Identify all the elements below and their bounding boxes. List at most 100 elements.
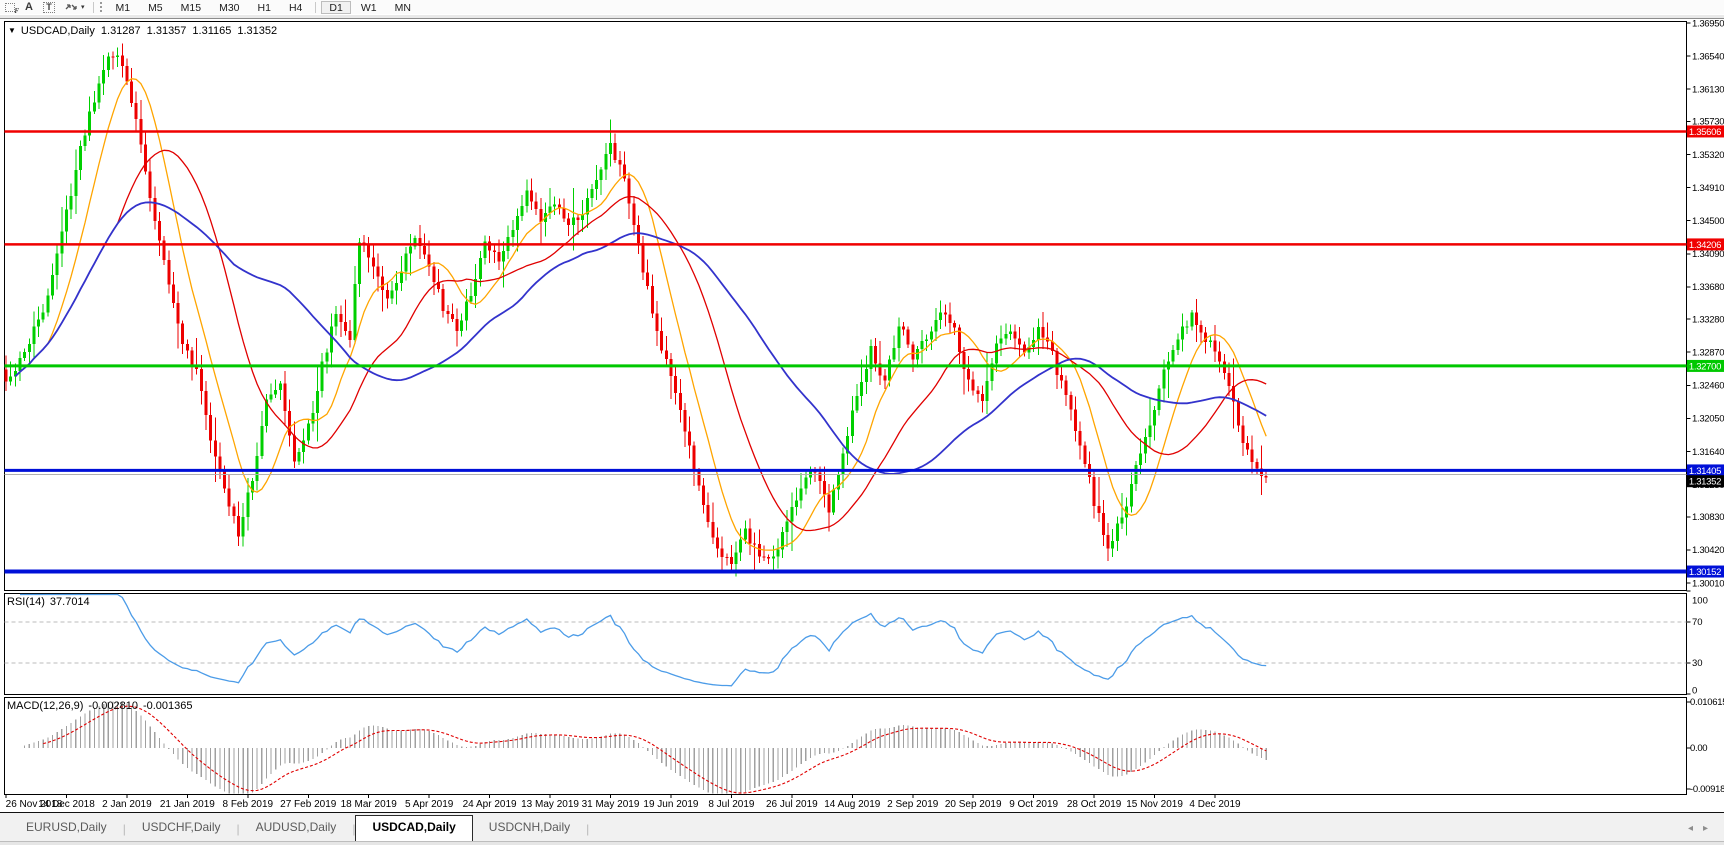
tab-scroll-arrows: ◂▸ <box>1688 823 1718 834</box>
tab-eurusd[interactable]: EURUSD,Daily <box>10 817 123 841</box>
date-tick-label: 21 Jan 2019 <box>160 799 215 810</box>
rsi-value: 37.7014 <box>50 596 90 608</box>
date-tick-label: 2 Jan 2019 <box>102 799 152 810</box>
rsi-line <box>20 595 1266 686</box>
text-tool-button[interactable]: A <box>25 1 33 14</box>
date-tick-label: 19 Jun 2019 <box>643 799 698 810</box>
price-tick-label: 1.32460 <box>1692 381 1724 392</box>
timeframe-button-h4[interactable]: H4 <box>281 1 310 14</box>
tab-usdchf[interactable]: USDCHF,Daily <box>126 817 237 841</box>
current-price-label: 1.31352 <box>1689 477 1721 488</box>
date-tick-label: 5 Apr 2019 <box>405 799 454 810</box>
price-axis: 1.369501.365401.361301.357301.353201.349… <box>1687 18 1724 589</box>
price-tick-label: 1.30830 <box>1692 512 1724 523</box>
ohlc-low: 1.31165 <box>192 25 231 37</box>
toolbar-grip[interactable] <box>100 2 102 12</box>
ma-fast-line <box>15 79 1266 550</box>
status-bar <box>0 841 1724 845</box>
price-tick-label: 1.34500 <box>1692 216 1724 227</box>
date-tick-label: 28 Oct 2019 <box>1067 799 1122 810</box>
rsi-scale-label: 100 <box>1692 596 1708 607</box>
date-tick-label: 14 Dec 2018 <box>38 799 95 810</box>
level-line-1.30152[interactable]: 1.30152 <box>5 566 1724 579</box>
price-tick-label: 1.32870 <box>1692 348 1724 359</box>
tab-scroll-right-icon[interactable]: ▸ <box>1703 823 1718 834</box>
ohlc-high: 1.31357 <box>147 25 187 37</box>
chart-canvas[interactable]: 1.369501.365401.361301.357301.353201.349… <box>0 0 1724 812</box>
macd-panel: 0.0106150.00-0.00918 <box>25 697 1724 795</box>
level-line-1.32700[interactable]: 1.32700 <box>5 360 1724 373</box>
macd-scale-label: 0.00 <box>1690 743 1707 754</box>
current-price-box: 1.31352 <box>1687 475 1724 488</box>
arrows-dropdown-icon[interactable]: ▾ <box>81 3 85 11</box>
macd-indicator-label: MACD(12,26,9)-0.002810-0.001365 <box>7 700 193 712</box>
moving-averages <box>15 79 1266 550</box>
date-tick-label: 31 May 2019 <box>582 799 640 810</box>
rsi-scale-label: 70 <box>1692 617 1703 628</box>
ma-mid-line <box>15 150 1266 530</box>
macd-scale-label: -0.00918 <box>1690 784 1724 795</box>
tab-audusd[interactable]: AUDUSD,Daily <box>240 817 353 841</box>
price-tick-label: 1.35320 <box>1692 150 1724 161</box>
date-tick-label: 4 Dec 2019 <box>1189 799 1241 810</box>
date-tick-label: 26 Jul 2019 <box>766 799 818 810</box>
toolbar-separator <box>93 2 94 13</box>
fibonacci-icon: F <box>5 3 15 12</box>
price-tick-label: 1.36950 <box>1692 18 1724 29</box>
price-tick-label: 1.31640 <box>1692 447 1724 458</box>
price-tick-label: 1.33280 <box>1692 314 1724 325</box>
date-tick-label: 13 May 2019 <box>521 799 579 810</box>
rsi-scale-label: 30 <box>1692 658 1703 669</box>
level-price-label: 1.35606 <box>1689 127 1721 138</box>
collapse-arrow-icon[interactable]: ▼ <box>8 26 16 35</box>
top-toolbar: F A T ▾ M1M5M15M30H1H4 D1W1MN <box>0 0 1724 14</box>
chart-symbol: USDCAD,Daily <box>21 25 95 37</box>
tab-usdcnh[interactable]: USDCNH,Daily <box>473 817 586 841</box>
fibonacci-tool-button[interactable]: F <box>5 1 15 14</box>
macd-value: -0.002810 <box>88 700 138 712</box>
level-price-label: 1.34206 <box>1689 240 1721 251</box>
ohlc-close: 1.31352 <box>237 25 277 37</box>
text-label-icon: T <box>43 2 55 13</box>
timeframe-button-d1[interactable]: D1 <box>321 1 350 14</box>
date-tick-label: 20 Sep 2019 <box>945 799 1002 810</box>
timeframe-button-w1[interactable]: W1 <box>353 1 385 14</box>
rsi-panel: 10070300 <box>5 591 1708 697</box>
text-icon: A <box>25 1 33 13</box>
timeframe-separator <box>315 2 316 13</box>
tab-separator: | <box>586 822 589 841</box>
level-price-label: 1.32700 <box>1689 361 1721 372</box>
date-tick-label: 27 Feb 2019 <box>280 799 337 810</box>
price-tick-label: 1.34910 <box>1692 183 1724 194</box>
ma-slow-line <box>15 202 1266 474</box>
timeframe-button-mn[interactable]: MN <box>387 1 419 14</box>
level-price-label: 1.30152 <box>1689 567 1721 578</box>
date-tick-label: 24 Apr 2019 <box>463 799 517 810</box>
date-tick-label: 15 Nov 2019 <box>1126 799 1183 810</box>
chart-tab-bar: EURUSD,Daily|USDCHF,Daily|AUDUSD,Daily|U… <box>0 812 1724 841</box>
tab-scroll-left-icon[interactable]: ◂ <box>1688 823 1703 834</box>
timeframe-button-m30[interactable]: M30 <box>211 1 247 14</box>
macd-signal-line <box>43 706 1266 793</box>
price-tick-label: 1.36540 <box>1692 51 1724 62</box>
chart-title: ▼ USDCAD,Daily 1.31287 1.31357 1.31165 1.3135… <box>8 25 277 37</box>
timeframe-button-m15[interactable]: M15 <box>173 1 209 14</box>
arrows-tool-button[interactable]: ▾ <box>65 1 85 14</box>
date-tick-label: 18 Mar 2019 <box>341 799 398 810</box>
label-tool-button[interactable]: T <box>43 1 55 14</box>
timeframe-button-m1[interactable]: M1 <box>107 1 138 14</box>
rsi-indicator-label: RSI(14)37.7014 <box>7 596 90 608</box>
date-axis[interactable]: 26 Nov 201814 Dec 20182 Jan 201921 Jan 2… <box>6 795 1241 811</box>
tab-usdcad[interactable]: USDCAD,Daily <box>355 815 472 841</box>
timeframe-button-m5[interactable]: M5 <box>140 1 171 14</box>
arrows-icon <box>65 2 78 13</box>
macd-histogram <box>25 701 1267 793</box>
price-tick-label: 1.36130 <box>1692 84 1724 95</box>
panel-borders <box>5 22 1687 795</box>
date-tick-label: 8 Jul 2019 <box>708 799 755 810</box>
level-line-1.34206[interactable]: 1.34206 <box>5 238 1724 251</box>
timeframe-button-h1[interactable]: H1 <box>250 1 279 14</box>
macd-signal-value: -0.001365 <box>143 700 193 712</box>
level-line-1.35606[interactable]: 1.35606 <box>5 125 1724 138</box>
ohlc-open: 1.31287 <box>101 25 141 37</box>
